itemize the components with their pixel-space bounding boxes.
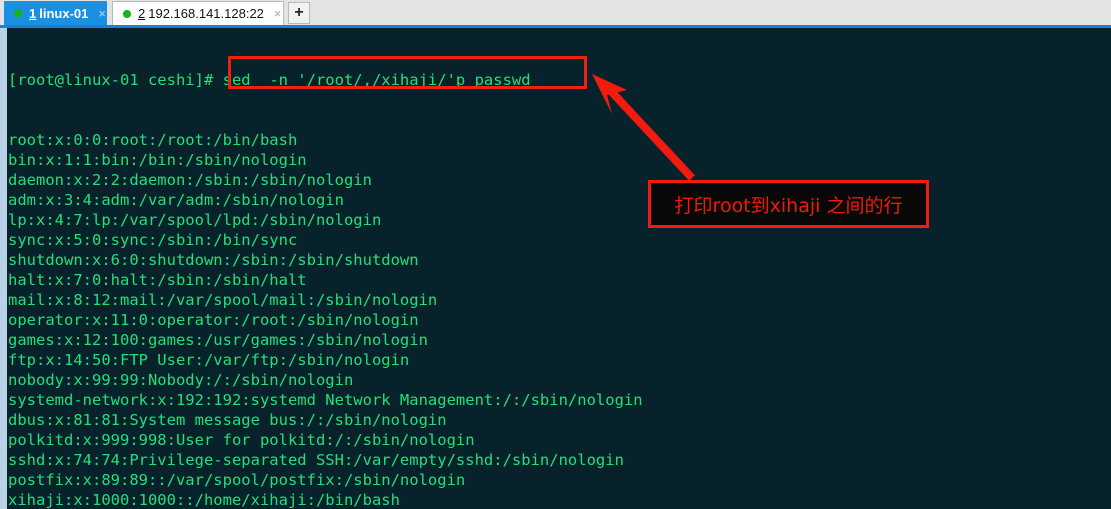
close-icon[interactable]: × [274, 7, 282, 20]
close-icon[interactable]: × [98, 7, 106, 20]
terminal-line: polkitd:x:999:998:User for polkitd:/:/sb… [8, 431, 475, 449]
terminal-line: shutdown:x:6:0:shutdown:/sbin:/sbin/shut… [8, 251, 419, 269]
terminal-line: postfix:x:89:89::/var/spool/postfix:/sbi… [8, 471, 466, 489]
terminal-line: bin:x:1:1:bin:/bin:/sbin/nologin [8, 151, 307, 169]
terminal-line: root:x:0:0:root:/root:/bin/bash [8, 131, 298, 149]
annotation-note-text: 打印root到xihaji 之间的行 [674, 194, 903, 217]
tab-status-dot-icon [14, 9, 22, 17]
annotation-note-box: 打印root到xihaji 之间的行 [648, 180, 929, 228]
tab-bar: 1 linux-01 × 2 192.168.141.128:22 × + [0, 0, 1111, 25]
terminal-line: adm:x:3:4:adm:/var/adm:/sbin/nologin [8, 191, 344, 209]
terminal-line: games:x:12:100:games:/usr/games:/sbin/no… [8, 331, 428, 349]
tab-label: 192.168.141.128:22 [148, 6, 264, 21]
terminal-line: sshd:x:74:74:Privilege-separated SSH:/va… [8, 451, 624, 469]
tab-192-168-141-128[interactable]: 2 192.168.141.128:22 × [112, 1, 284, 25]
terminal-line: systemd-network:x:192:192:systemd Networ… [8, 391, 643, 409]
terminal-line: nobody:x:99:99:Nobody:/:/sbin/nologin [8, 371, 354, 389]
terminal-output-lines: root:x:0:0:root:/root:/bin/bash bin:x:1:1… [8, 130, 643, 509]
tab-status-dot-icon [123, 9, 131, 18]
terminal-line: xihaji:x:1000:1000::/home/xihaji:/bin/ba… [8, 491, 400, 509]
terminal-line: lp:x:4:7:lp:/var/spool/lpd:/sbin/nologin [8, 211, 382, 229]
tab-label: linux-01 [39, 5, 89, 21]
terminal-line: operator:x:11:0:operator:/root:/sbin/nol… [8, 311, 419, 329]
tab-number: 2 [138, 6, 146, 21]
terminal-line: daemon:x:2:2:daemon:/sbin:/sbin/nologin [8, 171, 372, 189]
terminal-line: mail:x:8:12:mail:/var/spool/mail:/sbin/n… [8, 291, 438, 309]
terminal-line: halt:x:7:0:halt:/sbin:/sbin/halt [8, 271, 307, 289]
terminal-line: ftp:x:14:50:FTP User:/var/ftp:/sbin/nolo… [8, 351, 410, 369]
tab-number: 1 [29, 5, 37, 21]
terminal-line: dbus:x:81:81:System message bus:/:/sbin/… [8, 411, 447, 429]
tab-linux-01[interactable]: 1 linux-01 × [4, 1, 107, 25]
terminal-line: sync:x:5:0:sync:/sbin:/bin/sync [8, 231, 298, 249]
new-tab-button[interactable]: + [288, 2, 310, 24]
terminal-command-line: [root@linux-01 ceshi]# sed -n '/root/,/x… [8, 71, 531, 89]
terminal-output: [root@linux-01 ceshi]# sed -n '/root/,/x… [8, 30, 643, 509]
terminal-left-edge [0, 28, 7, 509]
terminal-pane[interactable]: [root@linux-01 ceshi]# sed -n '/root/,/x… [0, 28, 1111, 509]
